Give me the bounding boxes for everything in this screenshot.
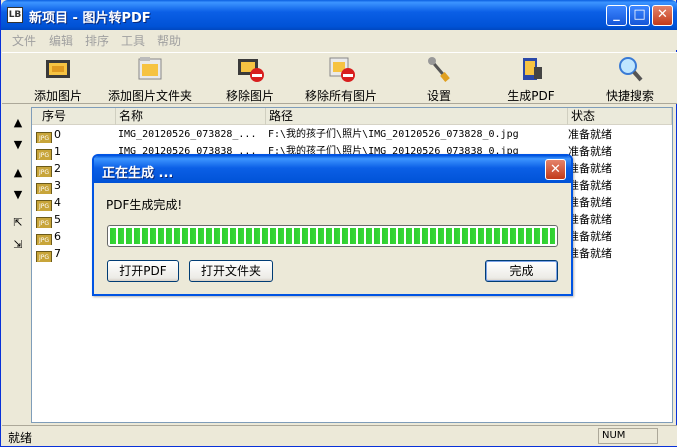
expand-icon[interactable]: ⇱ xyxy=(9,214,27,232)
app-icon: LB xyxy=(7,7,23,23)
move-bottom-icon[interactable]: ▼ xyxy=(9,186,27,204)
progress-fill xyxy=(110,228,555,244)
open-pdf-button[interactable]: 打开PDF xyxy=(107,260,179,282)
dialog-message: PDF生成完成! xyxy=(106,198,183,212)
column-index[interactable]: 序号 xyxy=(32,108,116,125)
num-lock-indicator: NUM xyxy=(598,428,658,444)
generate-pdf-button[interactable]: 生成PDF xyxy=(506,55,556,103)
close-button[interactable]: ✕ xyxy=(652,5,673,26)
remove-image-button[interactable]: 移除图片 xyxy=(222,55,278,103)
maximize-button[interactable]: □ xyxy=(629,5,650,26)
column-status[interactable]: 状态 xyxy=(568,108,672,125)
minimize-button[interactable]: _ xyxy=(606,5,627,26)
table-row[interactable]: JPG 0 IMG_20120526_073828_... F:\我的孩子们\照片… xyxy=(32,126,672,143)
dialog-close-button[interactable]: ✕ xyxy=(545,159,566,180)
remove-all-images-button[interactable]: 移除所有图片 xyxy=(302,55,380,103)
status-text: 就绪 xyxy=(8,431,33,445)
column-path[interactable]: 路径 xyxy=(266,108,568,125)
jpg-file-icon: JPG xyxy=(36,166,52,177)
move-top-icon[interactable]: ▲ xyxy=(9,164,27,182)
title-bar[interactable]: LB 新项目 - 图片转PDF _ □ ✕ xyxy=(1,0,677,30)
window-title: 新项目 - 图片转PDF xyxy=(29,11,151,26)
search-icon xyxy=(616,55,644,83)
add-image-folder-button[interactable]: 添加图片文件夹 xyxy=(106,55,194,103)
menu-sort[interactable]: 排序 xyxy=(85,32,109,49)
collapse-icon[interactable]: ⇲ xyxy=(9,236,27,254)
jpg-file-icon: JPG xyxy=(36,183,52,194)
move-down-icon[interactable]: ▼ xyxy=(9,136,27,154)
settings-icon xyxy=(425,55,453,83)
done-button[interactable]: 完成 xyxy=(485,260,558,282)
remove-image-icon xyxy=(236,55,264,83)
status-bar: 就绪 NUM xyxy=(2,425,677,446)
dialog-title: 正在生成 ... xyxy=(102,166,174,181)
open-folder-button[interactable]: 打开文件夹 xyxy=(189,260,273,282)
dialog-title-bar[interactable]: 正在生成 ... ✕ xyxy=(94,156,571,183)
settings-button[interactable]: 设置 xyxy=(418,55,460,103)
menu-file[interactable]: 文件 xyxy=(12,32,36,49)
list-header: 序号 名称 路径 状态 xyxy=(32,108,672,125)
toolbar: 添加图片 添加图片文件夹 移除图片 移除所有图片 设置 生成PDF 快捷搜索 xyxy=(2,52,677,104)
generate-pdf-icon xyxy=(517,55,545,83)
image-folder-icon xyxy=(136,55,164,83)
jpg-file-icon: JPG xyxy=(36,132,52,143)
move-up-icon[interactable]: ▲ xyxy=(9,114,27,132)
progress-dialog: 正在生成 ... ✕ PDF生成完成! 打开PDF 打开文件夹 完成 xyxy=(92,154,573,296)
menu-help[interactable]: 帮助 xyxy=(157,32,181,49)
progress-bar xyxy=(107,225,558,247)
add-image-button[interactable]: 添加图片 xyxy=(30,55,86,103)
jpg-file-icon: JPG xyxy=(36,217,52,228)
menu-edit[interactable]: 编辑 xyxy=(49,32,73,49)
reorder-sidebar: ▲ ▼ ▲ ▼ ⇱ ⇲ xyxy=(7,108,29,420)
jpg-file-icon: JPG xyxy=(36,149,52,160)
jpg-file-icon: JPG xyxy=(36,200,52,211)
image-icon xyxy=(44,55,72,83)
jpg-file-icon: JPG xyxy=(36,251,52,262)
menu-bar: 文件 编辑 排序 工具 帮助 xyxy=(2,30,677,50)
column-name[interactable]: 名称 xyxy=(116,108,266,125)
remove-all-images-icon xyxy=(327,55,355,83)
jpg-file-icon: JPG xyxy=(36,234,52,245)
menu-tools[interactable]: 工具 xyxy=(121,32,145,49)
quick-search-button[interactable]: 快捷搜索 xyxy=(602,55,658,103)
